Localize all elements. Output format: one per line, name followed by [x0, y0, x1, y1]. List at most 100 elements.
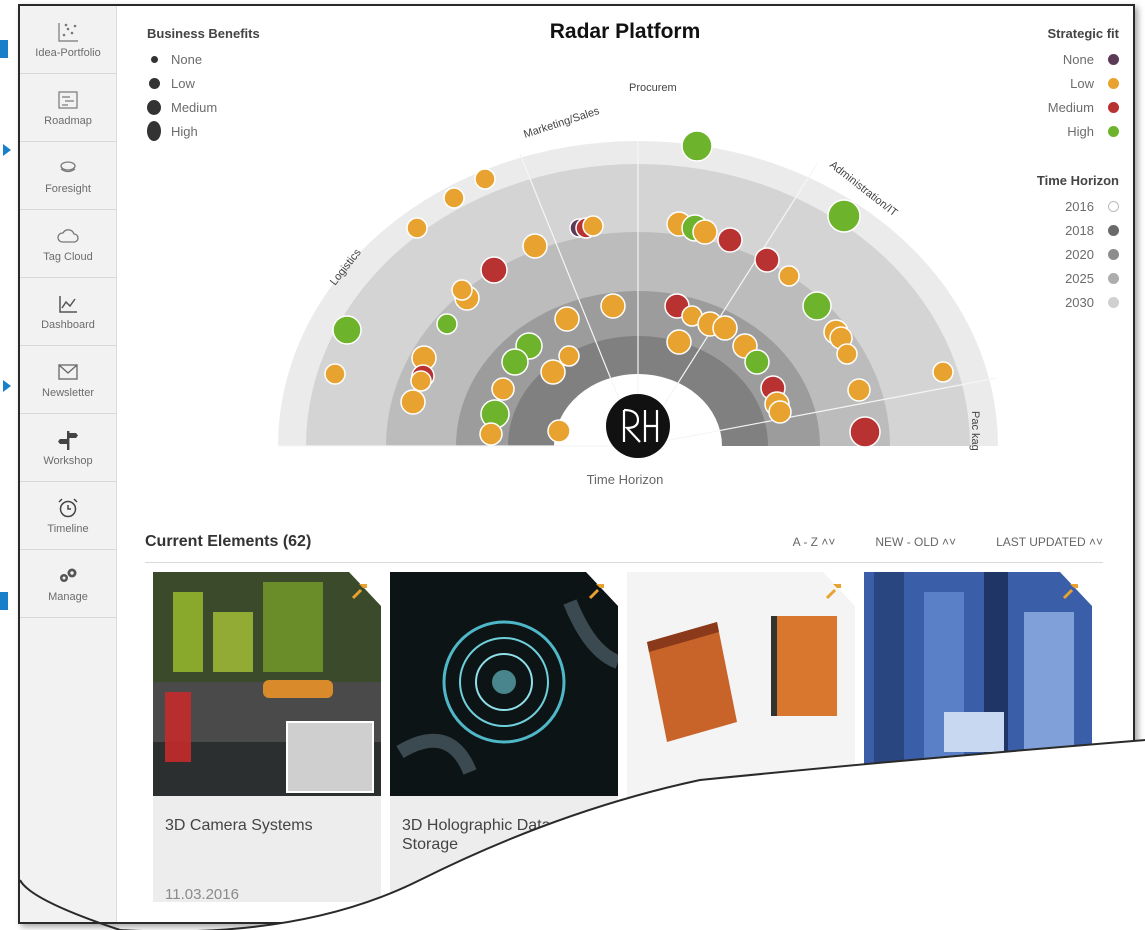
- hammer-icon: [351, 584, 367, 600]
- radar-bubble[interactable]: [827, 199, 861, 233]
- radar-bubble[interactable]: [436, 313, 458, 335]
- current-elements-title: Current Elements (62): [145, 533, 312, 550]
- blue-marker: [0, 592, 8, 610]
- sort-last-updated-button[interactable]: LAST UPDATED ˄˅: [996, 535, 1103, 549]
- roadmap-icon: [58, 90, 78, 109]
- main-content: Radar Platform Business Benefits None Lo…: [117, 6, 1133, 922]
- cloud-icon: [57, 228, 79, 243]
- sidebar-item-foresight[interactable]: Foresight: [20, 142, 116, 210]
- radar-bubble[interactable]: [717, 227, 743, 253]
- radar-bubble[interactable]: [410, 370, 432, 392]
- radar-bubble[interactable]: [744, 349, 770, 375]
- radar-bubble[interactable]: [406, 217, 428, 239]
- sort-label: LAST UPDATED: [996, 535, 1086, 549]
- sidebar-item-label: Workshop: [43, 454, 93, 467]
- hammer-icon: [588, 584, 604, 600]
- radar-bubble[interactable]: [582, 215, 604, 237]
- element-card[interactable]: 3D Holographic Data Storage 12.02.2016: [390, 572, 618, 903]
- sidebar-item-idea-portfolio[interactable]: Idea-Portfolio: [20, 6, 116, 74]
- sort-arrows-icon: ˄˅: [1088, 535, 1103, 549]
- card-title: 3D Memory: [639, 817, 722, 834]
- card-image: [390, 572, 618, 796]
- sector-label-marketing: Marketing/Sales: [522, 105, 601, 141]
- element-card[interactable]: 3D Memory: [627, 572, 855, 902]
- sidebar-item-label: Newsletter: [42, 386, 94, 399]
- rh-logo: [606, 394, 670, 458]
- sort-label: A - Z: [792, 535, 818, 549]
- envelope-icon: [58, 363, 78, 380]
- radar-chart: Logistics Marketing/Sales Procurem Admin…: [278, 82, 998, 458]
- card-title: 3D Holographic Data Storage: [402, 817, 551, 853]
- layers-icon: [60, 160, 76, 172]
- radar-bubble[interactable]: [451, 279, 473, 301]
- card-title: 3D Camera Systems: [165, 817, 313, 834]
- blue-arrow-marker: [3, 144, 11, 156]
- radar-bubble[interactable]: [778, 265, 800, 287]
- card-body: [864, 796, 1092, 902]
- gears-icon: [60, 568, 77, 582]
- sidebar-item-label: Roadmap: [44, 114, 92, 127]
- time-horizon-label: Time Horizon: [586, 472, 664, 487]
- radar-bubble[interactable]: [400, 389, 426, 415]
- radar-bubble[interactable]: [932, 361, 954, 383]
- radar-bubble[interactable]: [768, 400, 792, 424]
- sidebar-item-tag-cloud[interactable]: Tag Cloud: [20, 210, 116, 278]
- blue-arrow-marker: [3, 380, 11, 392]
- radar-bubble[interactable]: [836, 343, 858, 365]
- sector-label-procurement: Procurem: [629, 82, 677, 94]
- radar-bubble[interactable]: [547, 419, 571, 443]
- radar-bubble[interactable]: [480, 256, 508, 284]
- radar-bubble[interactable]: [692, 219, 718, 245]
- sort-new-old-button[interactable]: NEW - OLD ˄˅: [875, 535, 956, 549]
- element-card[interactable]: 3D Camera Systems 11.03.2016: [153, 572, 381, 903]
- radar-bubble[interactable]: [666, 329, 692, 355]
- sidebar-item-label: Dashboard: [41, 318, 95, 331]
- card-image: [153, 572, 381, 796]
- card-body: 3D Camera Systems 11.03.2016: [153, 796, 381, 903]
- radar-bubble[interactable]: [491, 377, 515, 401]
- radar-bubble[interactable]: [712, 315, 738, 341]
- sidebar-item-newsletter[interactable]: Newsletter: [20, 346, 116, 414]
- radar-bubble[interactable]: [554, 306, 580, 332]
- radar-bubble[interactable]: [522, 233, 548, 259]
- radar-bubble[interactable]: [681, 130, 713, 162]
- radar-bubble[interactable]: [501, 348, 529, 376]
- card-body: 3D Holographic Data Storage 12.02.2016: [390, 796, 618, 903]
- radar-bubble[interactable]: [474, 168, 496, 190]
- signpost-icon: [58, 430, 78, 450]
- radar-bubble[interactable]: [443, 187, 465, 209]
- radar-bubble[interactable]: [540, 359, 566, 385]
- sidebar-item-label: Foresight: [45, 182, 91, 195]
- radar-bubble[interactable]: [802, 291, 832, 321]
- hammer-icon: [825, 584, 841, 600]
- blue-marker: [0, 40, 8, 58]
- sidebar-item-timeline[interactable]: Timeline: [20, 482, 116, 550]
- sidebar-item-manage[interactable]: Manage: [20, 550, 116, 618]
- card-image: [627, 572, 855, 796]
- scatter-plot-icon: [58, 22, 78, 42]
- radar-bubble[interactable]: [479, 422, 503, 446]
- card-date: 12.02.2016: [402, 886, 478, 903]
- radar-bubble[interactable]: [754, 247, 780, 273]
- radar-bubble[interactable]: [847, 378, 871, 402]
- sort-arrows-icon: ˄˅: [821, 535, 836, 549]
- sort-az-button[interactable]: A - Z ˄˅: [793, 535, 836, 549]
- sidebar-item-label: Idea-Portfolio: [35, 46, 101, 59]
- sidebar: Idea-Portfolio Roadmap Foresight Tag Clo…: [20, 6, 117, 922]
- sidebar-item-roadmap[interactable]: Roadmap: [20, 74, 116, 142]
- hammer-icon: [1062, 584, 1078, 600]
- sidebar-item-workshop[interactable]: Workshop: [20, 414, 116, 482]
- radar-bubble[interactable]: [600, 293, 626, 319]
- sidebar-item-label: Manage: [48, 590, 88, 603]
- alarm-clock-icon: [58, 497, 78, 517]
- radar-bubble[interactable]: [849, 416, 881, 448]
- radar-bubble[interactable]: [324, 363, 346, 385]
- radar-bubble[interactable]: [332, 315, 362, 345]
- app-window: Idea-Portfolio Roadmap Foresight Tag Clo…: [18, 4, 1135, 924]
- current-elements-header: Current Elements (62) A - Z ˄˅ NEW - OLD…: [145, 522, 1103, 563]
- sort-label: NEW - OLD: [875, 535, 939, 549]
- sidebar-item-dashboard[interactable]: Dashboard: [20, 278, 116, 346]
- element-card[interactable]: [864, 572, 1092, 902]
- sector-label-packaging: Pac kag: [969, 411, 981, 451]
- sidebar-item-label: Timeline: [47, 522, 89, 535]
